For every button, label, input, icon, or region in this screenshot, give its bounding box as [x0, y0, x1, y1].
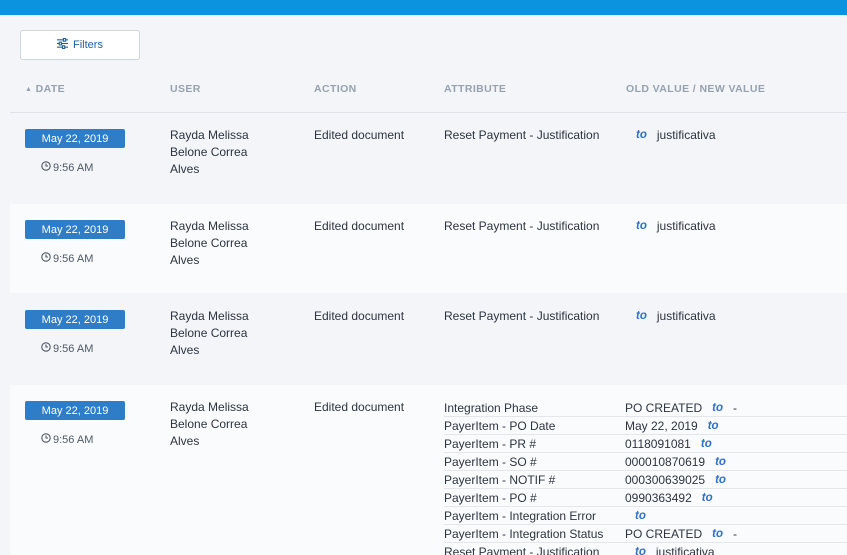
time-label: 9:56 AM — [41, 342, 93, 355]
to-label: to — [701, 491, 713, 504]
value-change: May 22, 2019 to — [625, 419, 847, 433]
action-text: Edited document — [314, 219, 405, 233]
change-line: PayerItem - Integration Error to — [444, 507, 847, 525]
new-value: - — [732, 400, 737, 415]
change-line: Integration Phase PO CREATED to - — [444, 399, 847, 417]
value-change: 0118091081 to — [625, 437, 847, 451]
clock-icon — [41, 433, 51, 446]
value-change: to justificativa — [626, 218, 716, 235]
to-label: to — [635, 509, 646, 522]
old-value: PO CREATED — [625, 526, 703, 541]
to-label: to — [700, 437, 712, 450]
change-line: PayerItem - SO # 000010870619 to — [444, 453, 847, 471]
date-badge: May 22, 2019 — [25, 129, 125, 148]
change-list: Integration Phase PO CREATED to - PayerI… — [444, 399, 847, 555]
to-label: to — [636, 310, 647, 322]
time-label: 9:56 AM — [41, 433, 93, 446]
table-row: May 22, 2019 9:56 AM Rayda Melissa Belon… — [10, 113, 847, 204]
value-change: PO CREATED to - — [625, 401, 847, 415]
table-row: May 22, 2019 9:56 AM Rayda Melissa Belon… — [10, 385, 847, 555]
user-name: Rayda Melissa Belone Correa Alves — [170, 219, 249, 267]
table-row: May 22, 2019 9:56 AM Rayda Melissa Belon… — [10, 293, 847, 385]
old-value: 0118091081 — [625, 436, 691, 451]
user-name: Rayda Melissa Belone Correa Alves — [170, 400, 249, 448]
date-badge: May 22, 2019 — [25, 220, 125, 239]
new-value: justificativa — [656, 128, 716, 142]
user-name: Rayda Melissa Belone Correa Alves — [170, 309, 249, 357]
old-value: 0990363492 — [625, 490, 692, 505]
value-change: 000300639025 to — [625, 473, 847, 487]
attribute-name: Reset Payment - Justification — [444, 219, 600, 233]
old-value: May 22, 2019 — [625, 418, 698, 433]
new-value: justificativa — [655, 545, 715, 555]
attribute-name: PayerItem - SO # — [444, 454, 537, 469]
change-line: PayerItem - PR # 0118091081 to — [444, 435, 847, 453]
value-change: PO CREATED to - — [625, 527, 847, 541]
attribute-name: Reset Payment - Justification — [444, 309, 600, 323]
value-change: to justificativa — [625, 545, 847, 555]
to-label: to — [636, 220, 647, 232]
action-text: Edited document — [314, 128, 405, 142]
time-label: 9:56 AM — [41, 161, 93, 174]
attribute-name: PayerItem - Integration Status — [444, 526, 604, 541]
column-header-attribute[interactable]: ATTRIBUTE — [444, 83, 506, 95]
action-text: Edited document — [314, 400, 405, 414]
clock-icon — [41, 161, 51, 174]
value-change: to justificativa — [626, 308, 716, 325]
attribute-name: PayerItem - NOTIF # — [444, 472, 556, 487]
new-value: justificativa — [656, 219, 716, 233]
clock-icon — [41, 252, 51, 265]
old-value: 000010870619 — [625, 454, 706, 469]
attribute-name: Integration Phase — [444, 400, 539, 415]
attribute-name: PayerItem - PO # — [444, 490, 537, 505]
old-value: PO CREATED — [625, 400, 703, 415]
new-value: - — [732, 526, 737, 541]
value-change: to — [625, 510, 847, 522]
filters-label: Filters — [73, 39, 103, 51]
new-value: justificativa — [656, 309, 716, 323]
action-text: Edited document — [314, 309, 405, 323]
column-header-action[interactable]: ACTION — [314, 83, 357, 95]
value-change: 000010870619 to — [625, 455, 847, 469]
old-value: 000300639025 — [625, 472, 706, 487]
user-name: Rayda Melissa Belone Correa Alves — [170, 128, 249, 176]
value-change: to justificativa — [626, 127, 716, 144]
change-line: PayerItem - PO # 0990363492 to — [444, 489, 847, 507]
attribute-name: PayerItem - PO Date — [444, 418, 556, 433]
attribute-name: PayerItem - Integration Error — [444, 508, 597, 523]
attribute-name: PayerItem - PR # — [444, 436, 537, 451]
to-label: to — [715, 455, 726, 468]
change-line: PayerItem - PO Date May 22, 2019 to — [444, 417, 847, 435]
to-label: to — [715, 473, 726, 486]
attribute-name: Reset Payment - Justification — [444, 545, 600, 555]
date-badge: May 22, 2019 — [25, 401, 125, 420]
clock-icon — [41, 342, 51, 355]
sliders-icon — [57, 37, 69, 52]
value-change: 0990363492 to — [625, 491, 847, 505]
change-line: PayerItem - Integration Status PO CREATE… — [444, 525, 847, 543]
filters-button[interactable]: Filters — [20, 30, 140, 60]
time-label: 9:56 AM — [41, 252, 93, 265]
to-label: to — [635, 546, 646, 555]
to-label: to — [712, 401, 723, 414]
date-badge: May 22, 2019 — [25, 310, 125, 329]
change-line: PayerItem - NOTIF # 000300639025 to — [444, 471, 847, 489]
column-header-user[interactable]: USER — [170, 83, 201, 95]
column-header-date[interactable]: ▲ DATE — [25, 83, 65, 95]
sort-up-icon: ▲ — [25, 86, 33, 93]
change-line: Reset Payment - Justification to justifi… — [444, 543, 847, 555]
to-label: to — [636, 129, 647, 141]
top-bar — [0, 0, 847, 15]
to-label: to — [712, 527, 723, 540]
attribute-name: Reset Payment - Justification — [444, 128, 600, 142]
to-label: to — [707, 419, 719, 432]
column-header-values: OLD VALUE / NEW VALUE — [626, 83, 766, 95]
table-row: May 22, 2019 9:56 AM Rayda Melissa Belon… — [10, 204, 847, 293]
